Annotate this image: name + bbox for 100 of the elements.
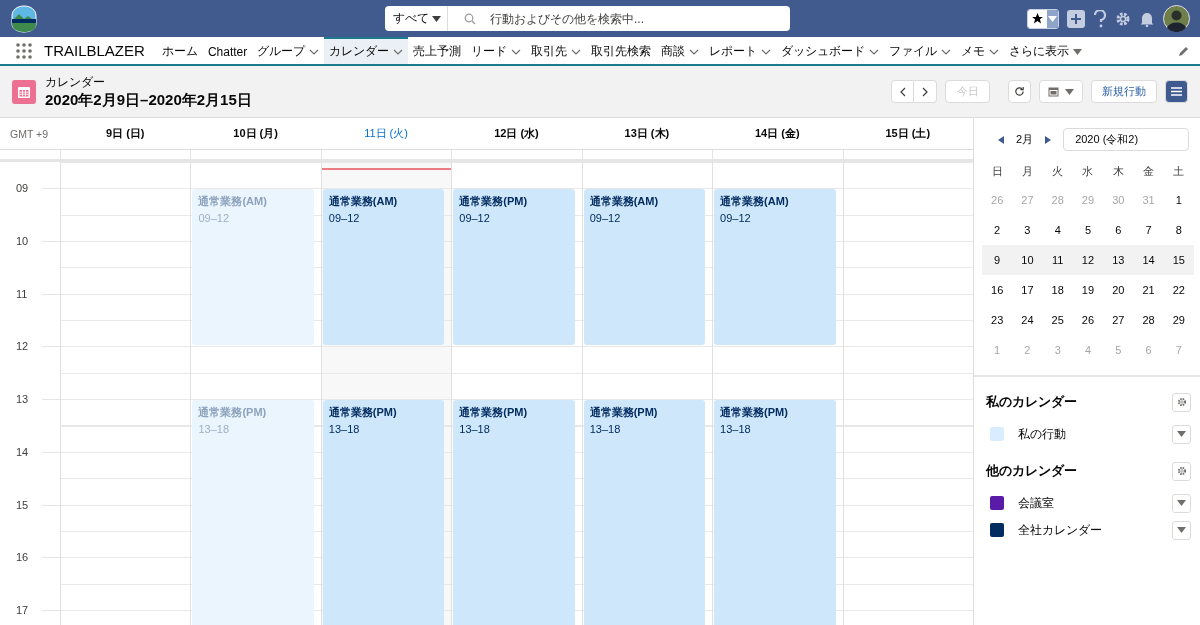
date-cell[interactable]: 23 xyxy=(982,305,1013,335)
favorites-button[interactable] xyxy=(1027,8,1059,29)
date-cell[interactable]: 21 xyxy=(1133,275,1164,305)
date-cell[interactable]: 22 xyxy=(1163,275,1194,305)
search-scope-dropdown[interactable]: すべて xyxy=(385,6,448,31)
date-cell[interactable]: 2 xyxy=(982,215,1013,245)
date-cell[interactable]: 5 xyxy=(1072,215,1104,245)
settings-button[interactable] xyxy=(1172,461,1191,481)
nav-tab[interactable]: レポート xyxy=(704,37,777,64)
event-card[interactable]: 通常業務(AM) 09–12 xyxy=(714,189,836,346)
date-cell[interactable]: 10 xyxy=(1012,245,1043,275)
nav-tab[interactable]: ダッシュボード xyxy=(776,37,885,64)
event-card[interactable]: 通常業務(PM) 13–18 xyxy=(453,400,575,625)
event-card[interactable]: 通常業務(PM) 13–18 xyxy=(322,400,445,625)
week-row[interactable]: 26 27 28 29 30 31 1 xyxy=(982,185,1194,215)
chevron-down-icon[interactable] xyxy=(689,48,700,55)
date-cell[interactable]: 12 xyxy=(1072,245,1104,275)
calendar-color-swatch[interactable] xyxy=(990,427,1004,441)
date-cell[interactable]: 25 xyxy=(1042,305,1073,335)
chevron-down-icon[interactable] xyxy=(761,48,772,55)
settings-button[interactable] xyxy=(1172,392,1191,412)
week-row[interactable]: 9 10 11 12 13 14 15 xyxy=(982,245,1194,275)
nav-tab[interactable]: 取引先 xyxy=(526,37,587,64)
event-title: 通常業務(AM) xyxy=(589,194,660,210)
nav-tab[interactable]: リード xyxy=(466,37,527,64)
calendar-color-swatch[interactable] xyxy=(990,523,1004,537)
event-card[interactable]: 通常業務(PM) 13–18 xyxy=(583,400,706,625)
chevron-down-icon[interactable] xyxy=(989,48,1000,55)
date-cell[interactable]: 6 xyxy=(1103,215,1134,245)
logo[interactable] xyxy=(10,4,38,33)
week-row[interactable]: 16 17 18 19 20 21 22 xyxy=(982,275,1194,305)
list-view-button[interactable] xyxy=(1165,80,1188,103)
chevron-right-icon xyxy=(922,86,928,97)
chevron-down-icon[interactable] xyxy=(309,48,320,55)
next-month-icon[interactable] xyxy=(1045,135,1052,144)
edit-icon[interactable] xyxy=(1178,44,1190,57)
date-cell[interactable]: 4 xyxy=(1042,215,1073,245)
add-icon[interactable] xyxy=(1067,9,1085,28)
calendar-color-swatch[interactable] xyxy=(990,496,1004,510)
chevron-down-icon[interactable] xyxy=(571,48,582,55)
view-menu-button[interactable] xyxy=(1039,80,1083,103)
avatar-icon[interactable] xyxy=(1163,5,1190,32)
nav-tab[interactable]: Chatter xyxy=(202,37,253,64)
refresh-button[interactable] xyxy=(1008,80,1031,103)
nav-tab[interactable]: 取引先検索 xyxy=(586,37,657,64)
date-cell[interactable]: 27 xyxy=(1103,305,1134,335)
date-cell[interactable]: 8 xyxy=(1163,215,1194,245)
date-cell[interactable]: 9 xyxy=(982,245,1013,275)
nav-tab[interactable]: グループ xyxy=(252,37,325,64)
app-launcher-icon[interactable] xyxy=(16,42,32,59)
date-cell[interactable]: 18 xyxy=(1042,275,1073,305)
event-title: 通常業務(PM) xyxy=(459,405,529,421)
date-cell[interactable]: 3 xyxy=(1012,215,1043,245)
event-card[interactable]: 通常業務(PM) 13–18 xyxy=(714,400,836,625)
settings-icon[interactable] xyxy=(1115,10,1131,27)
chevron-down-icon[interactable] xyxy=(941,48,952,55)
previous-month-icon[interactable] xyxy=(998,135,1004,144)
event-title: 通常業務(PM) xyxy=(198,405,268,421)
year-select[interactable]: 2020 (令和2) xyxy=(1063,128,1190,151)
date-cell[interactable]: 16 xyxy=(982,275,1013,305)
day-header: 10日 (月) xyxy=(233,126,278,141)
chevron-down-icon[interactable] xyxy=(511,48,522,55)
event-card[interactable]: 通常業務(PM) 09–12 xyxy=(453,189,575,346)
week-row[interactable]: 23 24 25 26 27 28 29 xyxy=(982,305,1194,335)
hour-label: 09 xyxy=(14,182,31,195)
date-cell[interactable]: 11 xyxy=(1042,245,1073,275)
search-field[interactable]: すべて 行動およびその他を検索中... xyxy=(385,6,790,31)
event-card[interactable]: 通常業務(AM) 09–12 xyxy=(322,189,445,346)
calendar-menu-button[interactable] xyxy=(1172,520,1191,540)
date-cell[interactable]: 24 xyxy=(1012,305,1043,335)
date-cell[interactable]: 19 xyxy=(1072,275,1104,305)
nav-tab[interactable]: メモ xyxy=(956,37,1005,64)
week-row[interactable]: 2 3 4 5 6 7 8 xyxy=(982,215,1194,245)
nav-tab[interactable]: さらに表示 xyxy=(1004,37,1088,64)
nav-tab[interactable]: ホーム xyxy=(156,37,203,64)
date-cell[interactable]: 17 xyxy=(1012,275,1043,305)
date-cell[interactable]: 7 xyxy=(1133,215,1164,245)
calendar-menu-button[interactable] xyxy=(1172,493,1191,513)
nav-tab[interactable]: カレンダー xyxy=(324,37,409,64)
date-cell[interactable]: 14 xyxy=(1133,245,1164,275)
star-icon xyxy=(1031,12,1044,25)
nav-tab[interactable]: 商談 xyxy=(656,37,705,64)
nav-tab[interactable]: ファイル xyxy=(884,37,957,64)
date-cell[interactable]: 26 xyxy=(1072,305,1104,335)
day-header: 9日 (日) xyxy=(105,126,145,141)
help-icon[interactable] xyxy=(1093,9,1107,28)
date-cell[interactable]: 1 xyxy=(1163,185,1194,215)
date-cell[interactable]: 28 xyxy=(1133,305,1164,335)
date-cell[interactable]: 29 xyxy=(1163,305,1194,335)
chevron-down-icon[interactable] xyxy=(869,48,880,55)
caret-down-icon xyxy=(1073,48,1083,55)
chevron-down-icon[interactable] xyxy=(393,48,404,55)
notifications-icon[interactable] xyxy=(1139,10,1155,27)
date-cell[interactable]: 20 xyxy=(1103,275,1134,305)
new-event-button[interactable]: 新規行動 xyxy=(1091,80,1157,103)
nav-tab[interactable]: 売上予測 xyxy=(408,37,467,64)
date-cell[interactable]: 13 xyxy=(1103,245,1134,275)
event-card[interactable]: 通常業務(AM) 09–12 xyxy=(583,189,706,346)
calendar-menu-button[interactable] xyxy=(1172,424,1191,444)
date-cell[interactable]: 15 xyxy=(1163,245,1194,275)
